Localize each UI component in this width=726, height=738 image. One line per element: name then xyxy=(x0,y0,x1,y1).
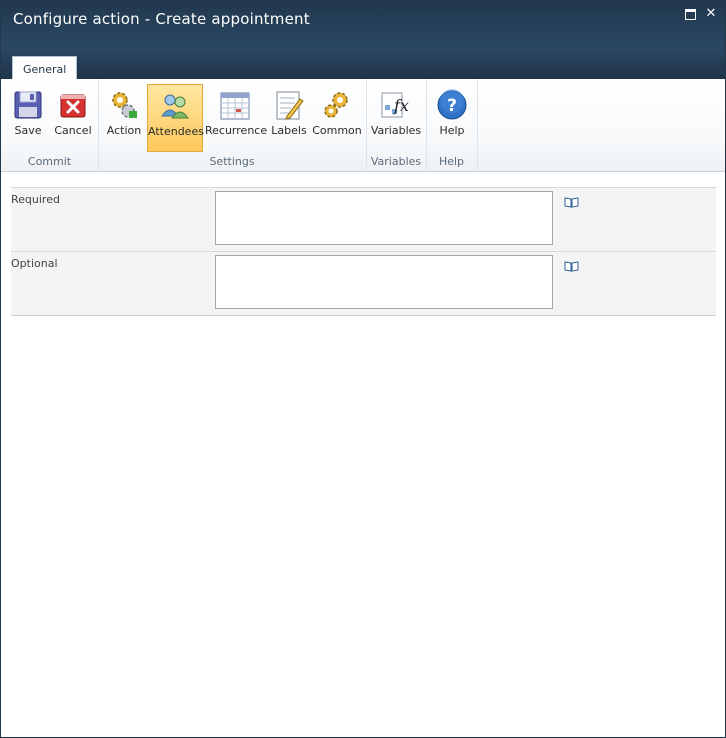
labels-button[interactable]: Labels xyxy=(269,84,309,152)
help-icon: ? xyxy=(436,89,468,121)
ribbon-group-settings: Action Attendees Recurrence Labels Commo… xyxy=(98,79,367,171)
common-button[interactable]: Common xyxy=(311,84,363,152)
labels-pencil-icon xyxy=(273,89,305,121)
address-book-icon[interactable] xyxy=(564,257,579,272)
group-label-settings: Settings xyxy=(209,155,255,168)
variables-label: Variables xyxy=(370,124,422,137)
group-label-commit: Commit xyxy=(27,155,72,168)
save-label: Save xyxy=(14,124,42,137)
cancel-button[interactable]: Cancel xyxy=(52,84,94,152)
attendees-icon xyxy=(159,90,191,122)
save-icon xyxy=(12,89,44,121)
action-label: Action xyxy=(106,124,142,137)
ribbon-group-variables: fx Variables Variables xyxy=(366,79,427,171)
title-bar: Configure action - Create appointment ✕ … xyxy=(1,1,725,80)
save-button[interactable]: Save xyxy=(7,84,49,152)
required-input[interactable] xyxy=(215,191,553,245)
group-label-help: Help xyxy=(438,155,465,168)
group-label-variables: Variables xyxy=(370,155,422,168)
form-divider xyxy=(11,315,716,316)
optional-label: Optional xyxy=(11,257,58,270)
action-gears-icon xyxy=(108,89,140,121)
dialog-window: Configure action - Create appointment ✕ … xyxy=(0,0,726,738)
maximize-icon[interactable] xyxy=(683,7,697,21)
attendees-button[interactable]: Attendees xyxy=(147,84,204,152)
help-label: Help xyxy=(439,124,465,137)
svg-text:?: ? xyxy=(447,96,457,116)
recurrence-label: Recurrence xyxy=(205,124,268,137)
cancel-label: Cancel xyxy=(54,124,92,137)
form-row-required: Required xyxy=(11,187,716,251)
calendar-icon xyxy=(219,89,251,121)
labels-label: Labels xyxy=(271,124,307,137)
address-book-icon[interactable] xyxy=(564,193,579,208)
recurrence-button[interactable]: Recurrence xyxy=(205,84,268,152)
close-icon[interactable]: ✕ xyxy=(704,7,718,21)
window-title: Configure action - Create appointment xyxy=(13,10,310,28)
action-button[interactable]: Action xyxy=(102,84,146,152)
function-fx-icon: fx xyxy=(380,89,412,121)
help-button[interactable]: ? Help xyxy=(430,84,474,152)
ribbon-group-commit: Save Cancel Commit xyxy=(1,79,99,171)
optional-input[interactable] xyxy=(215,255,553,309)
form-content: Required Optional xyxy=(1,172,725,737)
common-label: Common xyxy=(312,124,362,137)
ribbon: Save Cancel Commit Action Attendees Recu… xyxy=(1,79,725,172)
ribbon-group-help: ? Help Help xyxy=(426,79,478,171)
form-row-optional: Optional xyxy=(11,251,716,315)
tab-general[interactable]: General xyxy=(12,56,78,80)
cancel-icon xyxy=(57,89,89,121)
required-label: Required xyxy=(11,193,60,206)
attendees-label: Attendees xyxy=(148,125,204,138)
variables-button[interactable]: fx Variables xyxy=(370,84,422,152)
svg-text:fx: fx xyxy=(393,96,409,115)
common-gears-icon xyxy=(321,89,353,121)
